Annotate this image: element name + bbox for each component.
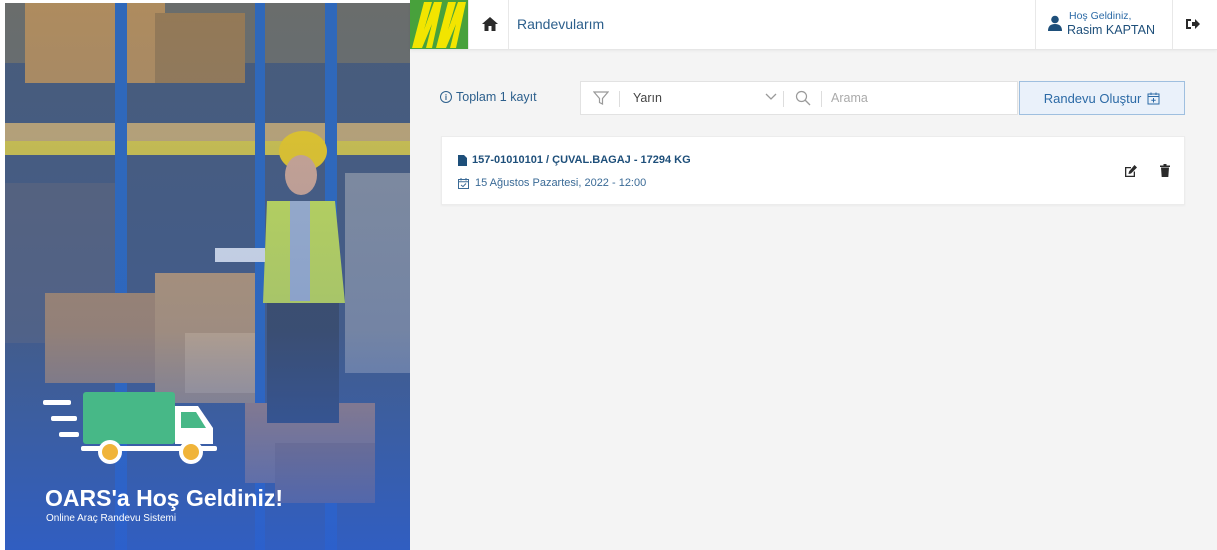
- edit-icon[interactable]: [1124, 165, 1137, 177]
- search-input[interactable]: [831, 86, 1011, 110]
- truck-icon: [43, 392, 217, 464]
- filter-search-bar: Yarın: [580, 81, 1018, 115]
- record-count-label: Toplam 1 kayıt: [456, 90, 537, 104]
- divider: [1172, 0, 1173, 49]
- calendar-icon: [458, 177, 469, 189]
- filter-icon[interactable]: [593, 90, 609, 106]
- date-filter-select[interactable]: Yarın: [633, 91, 662, 105]
- record-count: i Toplam 1 kayıt: [440, 90, 537, 104]
- divider: [783, 91, 784, 107]
- divider: [508, 0, 509, 49]
- app-window: OARS'a Hoş Geldiniz! Online Araç Randevu…: [0, 0, 1217, 550]
- divider: [468, 0, 469, 49]
- trash-icon[interactable]: [1160, 164, 1170, 177]
- appointment-card[interactable]: 157-01010101 / ÇUVAL.BAGAJ - 17294 KG 15…: [441, 136, 1185, 205]
- logo-mark: [412, 2, 466, 48]
- top-navbar: Randevularım Hoş Geldiniz, Rasim KAPTAN: [410, 0, 1217, 50]
- appointment-date-text: 15 Ağustos Pazartesi, 2022 - 12:00: [475, 177, 647, 189]
- user-name[interactable]: Rasim KAPTAN: [1067, 23, 1155, 37]
- hero-subtitle: Online Araç Randevu Sistemi: [46, 513, 177, 524]
- info-icon: i: [440, 91, 452, 103]
- brand-logo[interactable]: [410, 0, 468, 49]
- create-appointment-label: Randevu Oluştur: [1043, 90, 1142, 106]
- appointment-title-text: 157-01010101 / ÇUVAL.BAGAJ - 17294 KG: [472, 154, 691, 166]
- hero-panel: OARS'a Hoş Geldiniz! Online Araç Randevu…: [5, 3, 410, 550]
- logout-icon[interactable]: [1186, 18, 1200, 30]
- divider: [1035, 0, 1036, 49]
- user-icon: [1048, 15, 1062, 31]
- home-icon[interactable]: [481, 15, 499, 33]
- main-content: Randevularım Hoş Geldiniz, Rasim KAPTAN …: [410, 0, 1217, 550]
- chevron-down-icon[interactable]: [765, 93, 777, 101]
- divider: [619, 91, 620, 107]
- hero-title: OARS'a Hoş Geldiniz!: [45, 485, 284, 511]
- calendar-plus-icon: [1147, 92, 1160, 104]
- search-icon[interactable]: [795, 90, 811, 106]
- appointment-date: 15 Ağustos Pazartesi, 2022 - 12:00: [458, 177, 646, 189]
- create-appointment-button[interactable]: Randevu Oluştur: [1019, 81, 1185, 115]
- file-icon: [458, 154, 467, 166]
- page-title: Randevularım: [517, 16, 605, 32]
- divider: [821, 91, 822, 107]
- appointment-title: 157-01010101 / ÇUVAL.BAGAJ - 17294 KG: [458, 154, 691, 166]
- welcome-text: Hoş Geldiniz,: [1069, 10, 1132, 22]
